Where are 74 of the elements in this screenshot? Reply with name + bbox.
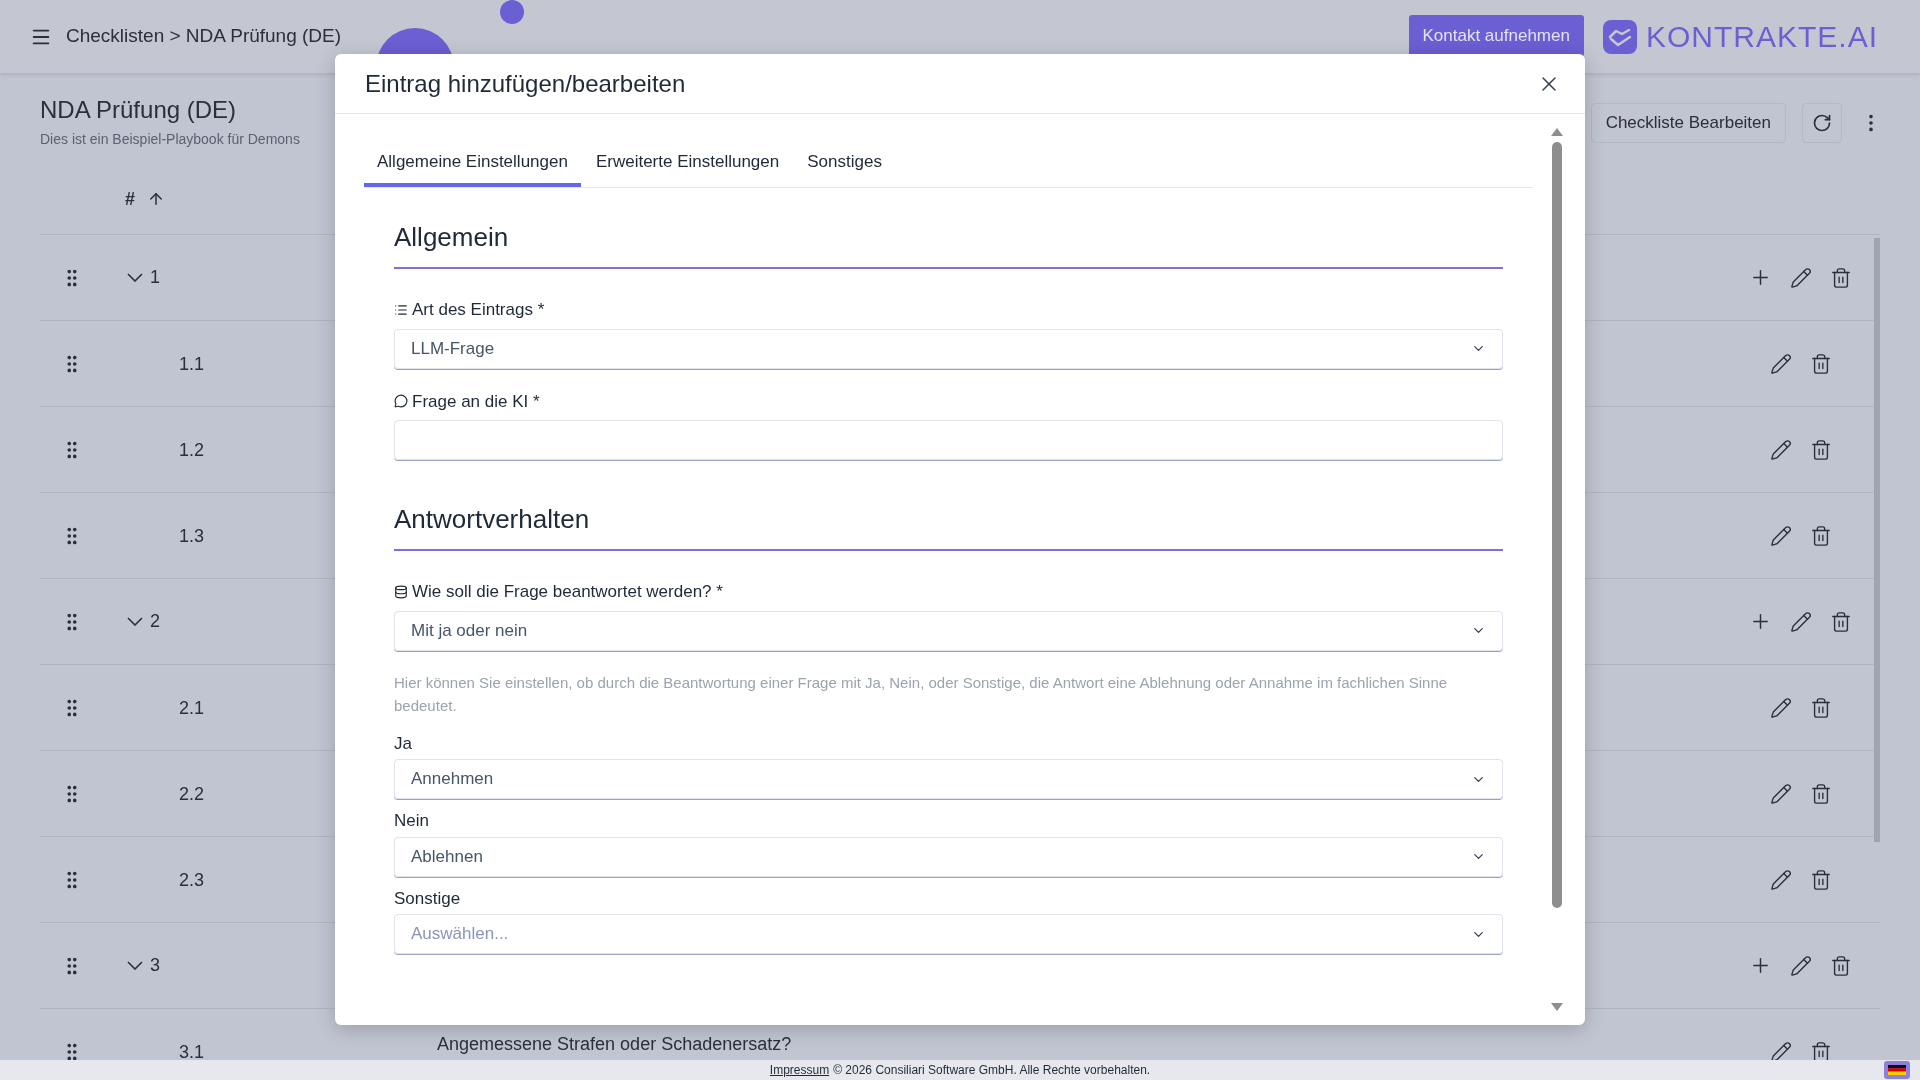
page-title: NDA Prüfung (DE)	[40, 95, 238, 125]
row-number: 3	[150, 954, 160, 977]
delete-icon[interactable]	[1830, 266, 1852, 289]
delete-icon[interactable]	[1830, 954, 1852, 977]
row-number: 2.2	[179, 783, 206, 806]
flag-icon[interactable]	[1884, 1061, 1910, 1079]
scroll-down-icon[interactable]	[1551, 1003, 1563, 1011]
select-field[interactable]: Mit ja oder nein	[394, 610, 1503, 651]
row-number: 2.1	[179, 697, 206, 720]
edit-icon[interactable]	[1770, 1040, 1792, 1063]
scrollbar[interactable]	[1874, 238, 1880, 842]
field-label: Sonstige	[394, 887, 461, 910]
field-label: Ja	[394, 732, 412, 755]
field-label: Wie soll die Frage beantwortet werden? *	[412, 581, 723, 603]
section-heading: Allgemein	[394, 218, 1503, 269]
dialog-title: Eintrag hinzufügen/bearbeiten	[365, 68, 686, 99]
edit-icon[interactable]	[1770, 696, 1792, 719]
row-number: 1.1	[179, 353, 206, 376]
breadcrumb: Checklisten > NDA Prüfung (DE)	[66, 24, 342, 49]
imprint-link[interactable]: Impressum	[769, 1061, 830, 1079]
delete-icon[interactable]	[1810, 868, 1832, 891]
scrollbar[interactable]	[1552, 142, 1562, 908]
copyright-text: © 2026 Consiliari Software GmbH. Alle Rechte vorbehalten.	[833, 1062, 1151, 1079]
select-field[interactable]: LLM-Frage	[394, 328, 1503, 369]
edit-icon[interactable]	[1770, 438, 1792, 461]
row-number: 3.1	[179, 1041, 206, 1064]
select-field[interactable]: Annehmen	[394, 759, 1503, 799]
delete-icon[interactable]	[1810, 1040, 1832, 1063]
refresh-button[interactable]	[1802, 103, 1842, 143]
edit-icon[interactable]	[1770, 782, 1792, 805]
row-number: 2	[150, 610, 160, 633]
edit-icon[interactable]	[1790, 266, 1812, 289]
list-icon	[394, 302, 408, 317]
field-label: Art des Eintrags *	[412, 299, 545, 321]
edit-icon[interactable]	[1770, 524, 1792, 547]
delete-icon[interactable]	[1810, 696, 1832, 719]
chevron-down-icon	[127, 617, 143, 626]
edit-checklist-button[interactable]: Checkliste Bearbeiten	[1590, 103, 1786, 143]
delete-icon[interactable]	[1810, 782, 1832, 805]
text-input[interactable]	[394, 420, 1503, 460]
tab[interactable]: Allgemeine Einstellungen	[364, 140, 581, 187]
help-text: Hier können Sie einstellen, ob durch die Beantwortung einer Frage mit Ja, Nein, oder Sonstige, die Antwort eine Ablehnung oder Annahme im fachlichen Sinne bedeutet.	[394, 672, 1449, 716]
delete-icon[interactable]	[1810, 524, 1832, 547]
row-title: Angemessene Strafen oder Schadenersatz?	[437, 1033, 792, 1056]
logo-icon	[1601, 18, 1638, 55]
refresh-icon	[1812, 113, 1832, 133]
select-field[interactable]: Ablehnen	[394, 836, 1503, 877]
contact-button[interactable]: Kontakt aufnehmen	[1408, 14, 1584, 57]
edit-icon[interactable]	[1770, 352, 1792, 375]
logo-text: KONTRAKTE.AI	[1645, 19, 1878, 55]
field-label: Nein	[394, 810, 429, 832]
section-heading: Antwortverhalten	[394, 500, 1503, 551]
scroll-up-icon[interactable]	[1551, 128, 1563, 136]
chevron-down-icon	[127, 273, 143, 282]
page-subtitle: Dies ist ein Beispiel-Playbook für Demons	[40, 130, 300, 149]
database-icon	[394, 584, 408, 599]
tab[interactable]: Sonstiges	[794, 140, 895, 187]
chat-icon	[394, 394, 408, 409]
row-number: 1.2	[179, 439, 206, 462]
field-label: Frage an die KI *	[412, 390, 540, 413]
edit-icon[interactable]	[1770, 868, 1792, 891]
delete-icon[interactable]	[1810, 438, 1832, 461]
row-number: 1	[150, 266, 160, 289]
delete-icon[interactable]	[1810, 352, 1832, 375]
row-number: 2.3	[179, 869, 206, 892]
edit-icon[interactable]	[1790, 954, 1812, 977]
sort-ascending-icon[interactable]	[147, 190, 165, 208]
tab[interactable]: Erweiterte Einstellungen	[582, 140, 793, 187]
delete-icon[interactable]	[1830, 610, 1852, 633]
edit-icon[interactable]	[1790, 610, 1812, 633]
decorative-dot-drawing	[500, 0, 524, 24]
chevron-down-icon	[127, 961, 143, 970]
row-number: 1.3	[179, 525, 206, 548]
column-header[interactable]: #	[125, 185, 135, 213]
